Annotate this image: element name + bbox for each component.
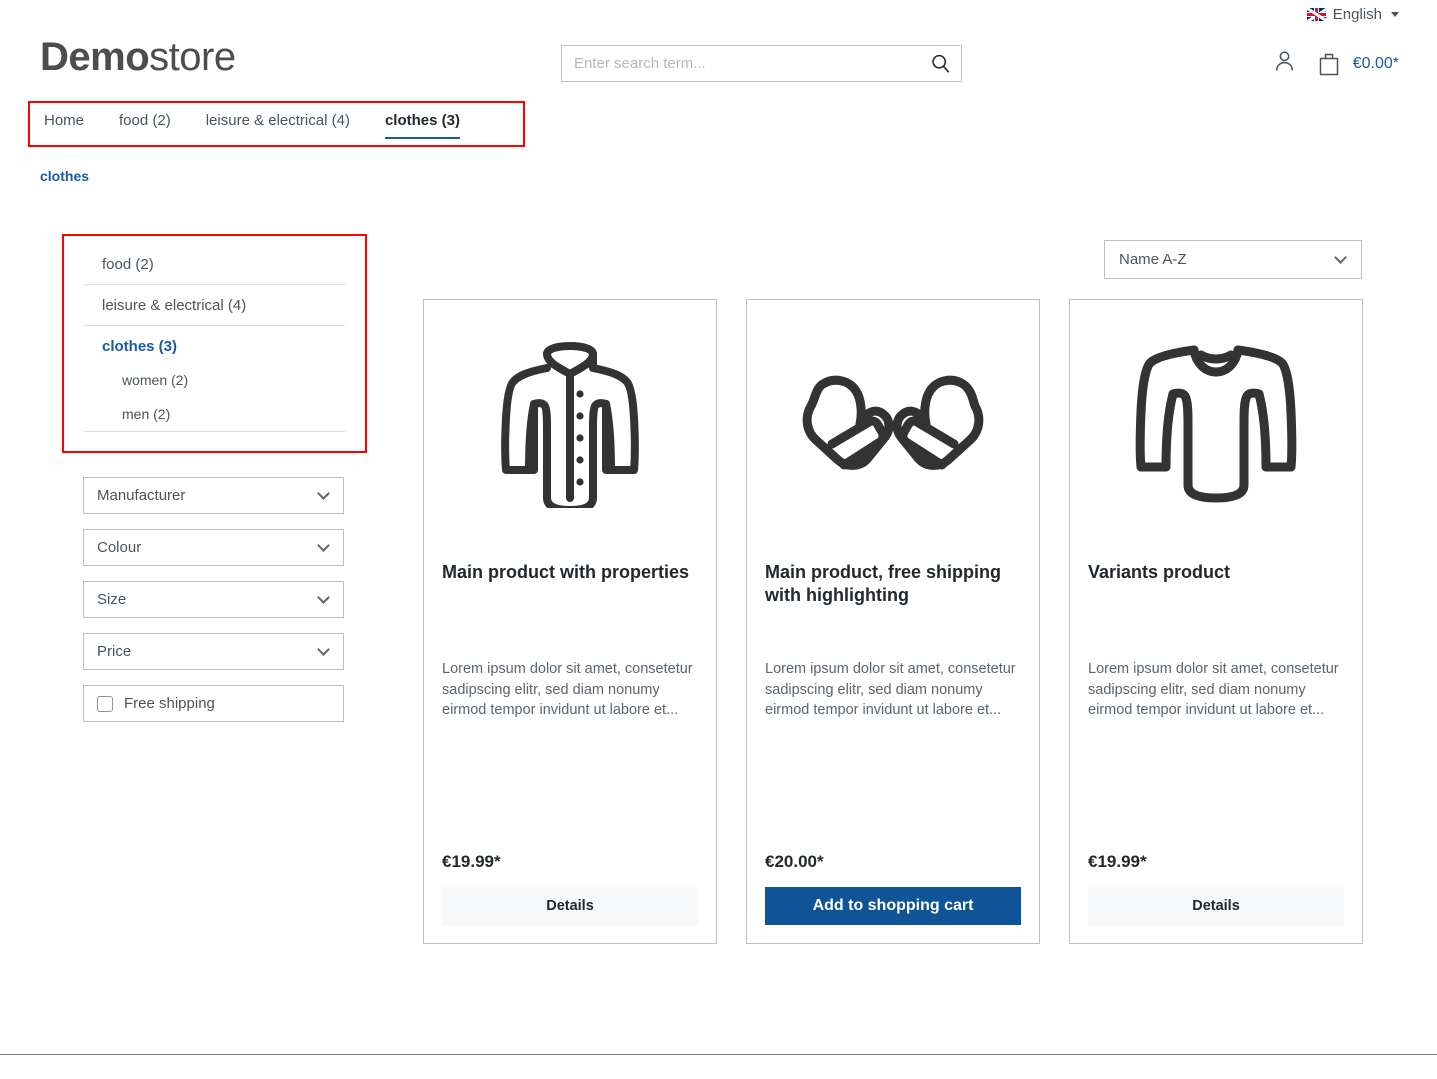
breadcrumb[interactable]: clothes — [40, 168, 89, 184]
sweater-icon — [1135, 345, 1297, 502]
free-shipping-label: Free shipping — [124, 695, 215, 712]
footer-divider — [0, 1054, 1437, 1055]
uk-flag-icon — [1306, 8, 1326, 21]
filter-price[interactable]: Price — [83, 633, 344, 670]
product-price: €19.99* — [442, 852, 501, 871]
details-button[interactable]: Details — [1088, 887, 1344, 925]
product-description: Lorem ipsum dolor sit amet, consetetur s… — [1088, 661, 1339, 719]
page-root: English Demostore €0.00* — [0, 0, 1437, 1079]
search-submit-button[interactable] — [919, 46, 961, 81]
sort-select-value: Name A-Z — [1119, 251, 1187, 268]
chevron-down-icon — [317, 590, 330, 604]
main-navigation: Home food (2) leisure & electrical (4) c… — [44, 112, 495, 139]
site-logo[interactable]: Demostore — [40, 37, 236, 77]
shopping-bag-icon — [1319, 53, 1338, 75]
product-card[interactable]: Main product with properties Lorem ipsum… — [423, 299, 717, 944]
sidebar-item-women[interactable]: women (2) — [84, 363, 345, 397]
category-list: food (2) leisure & electrical (4) clothe… — [84, 244, 345, 432]
nav-item-food[interactable]: food (2) — [119, 112, 192, 136]
product-grid: Main product with properties Lorem ipsum… — [423, 299, 1363, 944]
cart-button[interactable]: €0.00* — [1317, 51, 1399, 77]
sidebar-item-leisure-electrical[interactable]: leisure & electrical (4) — [84, 285, 345, 326]
product-image[interactable] — [1088, 300, 1344, 545]
header-actions: €0.00* — [1272, 48, 1399, 79]
product-description: Lorem ipsum dolor sit amet, consetetur s… — [442, 661, 693, 719]
search-input[interactable] — [562, 55, 919, 72]
main-navigation-highlight: Home food (2) leisure & electrical (4) c… — [28, 101, 525, 147]
cart-total-label: €0.00* — [1352, 54, 1399, 72]
chevron-down-icon — [317, 538, 330, 552]
filter-price-label: Price — [97, 643, 132, 660]
sort-select[interactable]: Name A-Z — [1104, 240, 1362, 279]
filter-colour[interactable]: Colour — [83, 529, 344, 566]
logo-bold-text: Demo — [40, 35, 150, 79]
details-button[interactable]: Details — [442, 887, 698, 925]
filter-free-shipping[interactable]: Free shipping — [83, 685, 344, 722]
sidebar-item-men[interactable]: men (2) — [84, 397, 345, 432]
mittens-icon — [802, 375, 984, 470]
filter-size-label: Size — [97, 591, 127, 608]
product-price: €20.00* — [765, 852, 824, 871]
product-card[interactable]: Main product, free shipping with highlig… — [746, 299, 1040, 944]
product-title[interactable]: Variants product — [1088, 561, 1344, 609]
free-shipping-checkbox[interactable] — [97, 695, 113, 712]
sidebar-item-clothes[interactable]: clothes (3) — [84, 326, 345, 363]
product-image[interactable] — [765, 300, 1021, 545]
nav-item-leisure-electrical[interactable]: leisure & electrical (4) — [206, 112, 371, 136]
product-description: Lorem ipsum dolor sit amet, consetetur s… — [765, 661, 1016, 719]
product-card[interactable]: Variants product Lorem ipsum dolor sit a… — [1069, 299, 1363, 944]
chevron-down-icon — [1334, 250, 1347, 264]
search-bar[interactable] — [561, 45, 962, 82]
sidebar-item-food[interactable]: food (2) — [84, 244, 345, 285]
product-image[interactable] — [442, 300, 698, 545]
chevron-down-icon — [317, 642, 330, 656]
category-list-highlight: food (2) leisure & electrical (4) clothe… — [62, 234, 367, 453]
filter-panel: Manufacturer Colour Size Price Free ship… — [83, 477, 344, 722]
nav-item-clothes[interactable]: clothes (3) — [384, 112, 481, 139]
sidebar: food (2) leisure & electrical (4) clothe… — [62, 234, 367, 722]
chevron-down-icon — [1391, 12, 1399, 17]
filter-colour-label: Colour — [97, 539, 142, 556]
add-to-cart-button[interactable]: Add to shopping cart — [765, 887, 1021, 925]
product-title[interactable]: Main product, free shipping with highlig… — [765, 561, 1021, 609]
user-icon — [1275, 51, 1293, 71]
nav-item-home[interactable]: Home — [44, 112, 105, 136]
filter-manufacturer-label: Manufacturer — [97, 487, 186, 504]
language-switcher[interactable]: English — [1306, 6, 1399, 23]
language-label: English — [1332, 6, 1382, 23]
filter-size[interactable]: Size — [83, 581, 344, 618]
search-icon — [931, 54, 949, 73]
logo-light-text: store — [149, 35, 236, 79]
account-button[interactable] — [1272, 48, 1297, 79]
product-title[interactable]: Main product with properties — [442, 561, 698, 609]
jacket-icon — [501, 341, 639, 508]
product-price: €19.99* — [1088, 852, 1147, 871]
filter-manufacturer[interactable]: Manufacturer — [83, 477, 344, 514]
chevron-down-icon — [317, 486, 330, 500]
